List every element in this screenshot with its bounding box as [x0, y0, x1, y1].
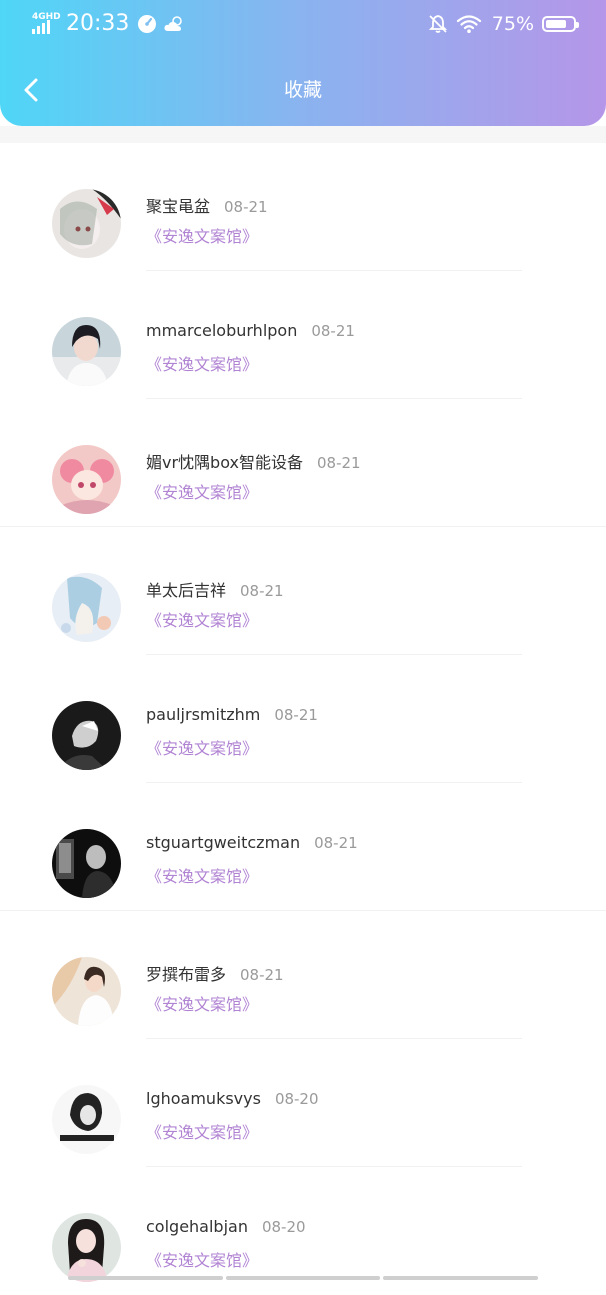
avatar[interactable]: [52, 1085, 121, 1154]
item-date: 08-21: [224, 198, 268, 216]
user-name: colgehalbjan: [146, 1217, 248, 1236]
list-item[interactable]: pauljrsmitzhm 08-21 《安逸文案馆》: [0, 655, 606, 783]
list-item[interactable]: 单太后吉祥 08-21 《安逸文案馆》: [0, 527, 606, 655]
collection-link[interactable]: 《安逸文案馆》: [146, 223, 258, 247]
user-name: lghoamuksvys: [146, 1089, 261, 1108]
item-date: 08-21: [274, 706, 318, 724]
wifi-icon: [456, 15, 481, 33]
list-top-divider: [0, 126, 606, 143]
item-title: 媚vr忱隅box智能设备 08-21: [146, 449, 361, 473]
battery-icon: [542, 16, 579, 32]
user-name: pauljrsmitzhm: [146, 705, 261, 724]
favorites-list: 聚宝黾盆 08-21 《安逸文案馆》 mmarceloburhlpon 08-21 …: [0, 126, 606, 1295]
page-title: 收藏: [283, 79, 322, 101]
battery-level: [546, 20, 566, 28]
mute-bell-icon: [428, 15, 447, 33]
collection-link[interactable]: 《安逸文案馆》: [146, 863, 258, 887]
user-name: 聚宝黾盆: [146, 197, 211, 216]
avatar[interactable]: [52, 445, 121, 514]
item-date: 08-21: [314, 834, 358, 852]
avatar[interactable]: [52, 317, 121, 386]
item-date: 08-21: [240, 582, 284, 600]
status-bar: 4GHD 20:33 75%: [0, 0, 606, 48]
avatar[interactable]: [52, 701, 121, 770]
item-title: colgehalbjan 08-20: [146, 1217, 306, 1236]
collection-link[interactable]: 《安逸文案馆》: [146, 1119, 258, 1143]
list-item[interactable]: 罗撰布雷多 08-21 《安逸文案馆》: [0, 911, 606, 1039]
item-date: 08-20: [261, 1218, 306, 1236]
item-date: 08-21: [240, 966, 284, 984]
collection-link[interactable]: 《安逸文案馆》: [146, 607, 258, 631]
item-title: 单太后吉祥 08-21: [146, 577, 284, 601]
list-item[interactable]: 媚vr忱隅box智能设备 08-21 《安逸文案馆》: [0, 399, 606, 527]
list-item[interactable]: mmarceloburhlpon 08-21 《安逸文案馆》: [0, 271, 606, 399]
collection-link[interactable]: 《安逸文案馆》: [146, 1247, 258, 1271]
item-date: 08-21: [316, 454, 361, 472]
title-bar: 收藏: [0, 62, 606, 118]
list-item[interactable]: 聚宝黾盆 08-21 《安逸文案馆》: [0, 143, 606, 271]
item-title: mmarceloburhlpon 08-21: [146, 321, 355, 340]
battery-percent: 75%: [491, 13, 534, 35]
cloud-weather-icon: [164, 16, 183, 31]
avatar[interactable]: [52, 1213, 121, 1282]
avatar[interactable]: [52, 829, 121, 898]
user-name: 媚vr忱隅box智能设备: [146, 453, 303, 472]
item-title: 罗撰布雷多 08-21: [146, 961, 284, 985]
item-title: stguartgweitczman 08-21: [146, 833, 358, 852]
speedometer-icon: [138, 15, 157, 33]
list-item[interactable]: stguartgweitczman 08-21 《安逸文案馆》: [0, 783, 606, 911]
list-item[interactable]: lghoamuksvys 08-20 《安逸文案馆》: [0, 1039, 606, 1167]
item-date: 08-21: [311, 322, 355, 340]
collection-link[interactable]: 《安逸文案馆》: [146, 479, 258, 503]
item-date: 08-20: [274, 1090, 319, 1108]
collection-link[interactable]: 《安逸文案馆》: [146, 991, 258, 1015]
user-name: 单太后吉祥: [146, 581, 227, 600]
user-name: stguartgweitczman: [146, 833, 301, 852]
item-title: lghoamuksvys 08-20: [146, 1089, 319, 1108]
avatar[interactable]: [52, 189, 121, 258]
collection-link[interactable]: 《安逸文案馆》: [146, 351, 258, 375]
app-header: 4GHD 20:33 75% 收藏: [0, 0, 606, 126]
collection-link[interactable]: 《安逸文案馆》: [146, 735, 258, 759]
signal-icon: 4GHD: [32, 12, 61, 36]
user-name: 罗撰布雷多: [146, 965, 227, 984]
user-name: mmarceloburhlpon: [146, 321, 298, 340]
item-title: pauljrsmitzhm 08-21: [146, 705, 318, 724]
avatar[interactable]: [52, 957, 121, 1026]
avatar[interactable]: [52, 573, 121, 642]
item-title: 聚宝黾盆 08-21: [146, 193, 268, 217]
bottom-scroll-indicator: [68, 1276, 539, 1280]
clock: 20:33: [66, 11, 130, 36]
